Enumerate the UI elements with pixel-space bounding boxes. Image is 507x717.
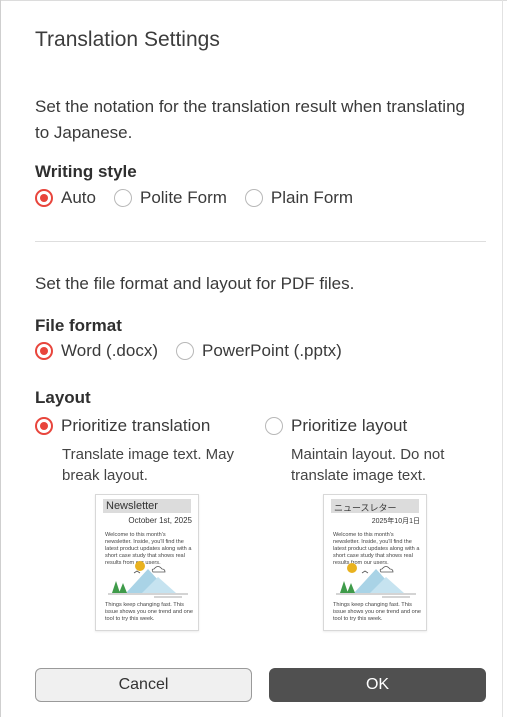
ok-button[interactable]: OK <box>269 668 486 702</box>
writing-style-label: Writing style <box>35 162 137 181</box>
radio-label: Prioritize layout <box>291 416 408 435</box>
file-format-label: File format <box>35 316 122 335</box>
layout-label: Layout <box>35 388 91 407</box>
layout-option-translation: Prioritize translation <box>35 416 210 436</box>
preview-title: ニュースレター <box>334 503 397 513</box>
radio-label: Prioritize translation <box>61 416 211 435</box>
radio-label: PowerPoint (.pptx) <box>202 341 342 360</box>
layout-translation-description: Translate image text. May break layout. <box>62 446 235 484</box>
preview-title: Newsletter <box>106 500 158 512</box>
radio-label: Word (.docx) <box>61 341 158 360</box>
layout-layout-description: Maintain layout. Do not translate image … <box>291 446 445 484</box>
preview-footer-text: Things keep changing fast. This issue sh… <box>333 602 422 622</box>
writing-style-polite-radio[interactable]: Polite Form <box>113 188 227 208</box>
layout-prioritize-translation-radio[interactable]: Prioritize translation <box>35 416 210 436</box>
pdf-settings-description: Set the file format and layout for PDF f… <box>35 274 355 293</box>
file-format-powerpoint-radio[interactable]: PowerPoint (.pptx) <box>176 341 342 361</box>
radio-unchecked-icon <box>176 342 194 360</box>
radio-label: Polite Form <box>139 188 227 207</box>
radio-unchecked-icon <box>113 189 132 207</box>
preview-date: October 1st, 2025 <box>128 516 192 525</box>
file-format-word-radio[interactable]: Word (.docx) <box>35 341 158 361</box>
radio-unchecked-icon <box>244 189 263 207</box>
writing-style-auto-radio[interactable]: Auto <box>35 188 96 208</box>
preview-layout-thumbnail: ニュースレター 2025年10月1日 Welcome to this month… <box>323 494 427 631</box>
cancel-button[interactable]: Cancel <box>35 668 252 702</box>
radio-checked-icon <box>35 342 53 360</box>
radio-label: Auto <box>61 188 96 207</box>
preview-translation-thumbnail: Newsletter October 1st, 2025 Welcome to … <box>95 494 199 631</box>
dialog-top-border <box>0 0 507 1</box>
dialog-left-border <box>0 0 1 717</box>
writing-style-radio-group: Auto Polite Form Plain Form <box>35 188 371 208</box>
section-divider <box>35 241 486 242</box>
radio-label: Plain Form <box>270 188 354 207</box>
japanese-notation-description: Set the notation for the translation res… <box>35 97 465 142</box>
preview-date: 2025年10月1日 <box>371 518 420 525</box>
landscape-illustration-icon <box>108 561 188 598</box>
radio-unchecked-icon <box>265 417 283 435</box>
dialog-right-border <box>502 0 503 717</box>
file-format-radio-group: Word (.docx) PowerPoint (.pptx) <box>35 341 360 361</box>
writing-style-plain-radio[interactable]: Plain Form <box>244 188 354 208</box>
radio-checked-icon <box>35 189 53 207</box>
dialog-title: Translation Settings <box>35 28 220 51</box>
preview-footer-text: Things keep changing fast. This issue sh… <box>105 602 194 622</box>
radio-checked-icon <box>35 417 53 435</box>
layout-option-layout: Prioritize layout <box>265 416 407 436</box>
layout-prioritize-layout-radio[interactable]: Prioritize layout <box>265 416 407 436</box>
landscape-illustration-icon <box>336 563 416 598</box>
